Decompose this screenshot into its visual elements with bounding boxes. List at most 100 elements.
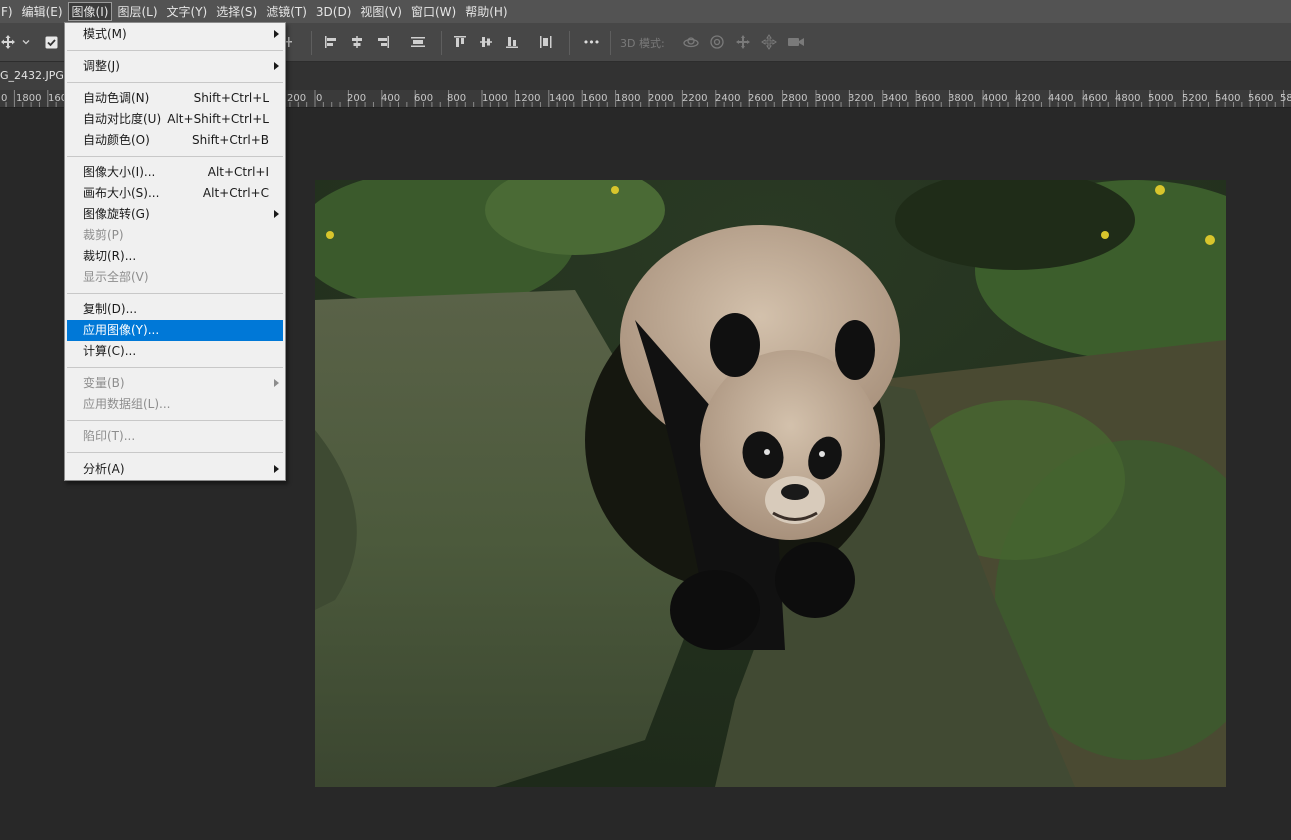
3d-roll-icon[interactable] [708,33,726,51]
3d-orbit-icon[interactable] [681,33,701,51]
menu-view[interactable]: 视图(V) [356,2,406,21]
image-menu-dropdown: 模式(M) 调整(J) 自动色调(N) Shift+Ctrl+L 自动对比度(U… [64,22,286,481]
menu-item-label: 图像大小(I)... [83,165,156,179]
align-vertical-center-icon[interactable] [478,33,494,51]
menu-item-trim[interactable]: 裁切(R)... [67,246,283,267]
align-top-icon[interactable] [452,33,468,51]
distribute-vertical-icon[interactable] [537,33,555,51]
menu-file[interactable]: F) [0,2,17,21]
menu-image[interactable]: 图像(I) [67,2,113,21]
ruler-label: 400 [381,93,401,104]
ruler-label: 0 [1,93,8,104]
menu-filter[interactable]: 滤镜(T) [262,2,311,21]
menu-bar: F) 编辑(E) 图像(I) 图层(L) 文字(Y) 选择(S) 滤镜(T) 3… [0,0,1291,23]
ruler-label: 4000 [982,93,1008,104]
menu-item-trap[interactable]: 陷印(T)... [67,426,283,447]
ruler-label: 4800 [1115,93,1141,104]
menu-item-shortcut: Alt+Shift+Ctrl+L [167,112,269,126]
separator [311,31,312,55]
document-tab[interactable]: G_2432.JPG [0,62,68,90]
menu-item-analysis[interactable]: 分析(A) [67,459,283,480]
ruler-label: 5600 [1248,93,1274,104]
menu-item-calculations[interactable]: 计算(C)... [67,341,283,362]
menu-item-crop[interactable]: 裁剪(P) [67,225,283,246]
menu-item-shortcut: Shift+Ctrl+B [192,133,269,147]
menu-item-label: 自动色调(N) [83,91,150,105]
ruler-label: 800 [447,93,467,104]
ruler-label: 3400 [882,93,908,104]
ruler-label: 2600 [748,93,774,104]
ruler-label: 1800 [615,93,641,104]
menu-item-shortcut: Alt+Ctrl+C [202,186,269,200]
ruler-label: 3600 [915,93,941,104]
menu-item-apply-data-set[interactable]: 应用数据组(L)... [67,394,283,415]
menu-item-mode[interactable]: 模式(M) [67,24,283,45]
separator [569,31,570,55]
menu-item-reveal-all[interactable]: 显示全部(V) [67,267,283,288]
3d-drag-icon[interactable] [734,33,752,51]
document-image-panda[interactable] [315,180,1226,787]
3d-mode-label: 3D 模式: [620,37,665,50]
submenu-arrow-icon [274,379,279,387]
menu-item-auto-color[interactable]: 自动颜色(O) Shift+Ctrl+B [67,130,283,151]
menu-item-label: 分析(A) [83,462,125,476]
ruler-label: 2200 [682,93,708,104]
align-right-icon[interactable] [375,33,391,51]
menu-item-label: 复制(D)... [83,302,138,316]
3d-slide-icon[interactable] [760,33,778,51]
ruler-label: 1400 [549,93,575,104]
menu-item-label: 模式(M) [83,27,127,41]
3d-camera-icon[interactable] [786,33,806,51]
move-tool-icon[interactable] [0,33,16,51]
menu-item-shortcut: Shift+Ctrl+L [193,91,269,105]
menu-item-adjustments[interactable]: 调整(J) [67,56,283,77]
auto-select-checkbox[interactable] [44,33,58,51]
photoshop-window: F) 编辑(E) 图像(I) 图层(L) 文字(Y) 选择(S) 滤镜(T) 3… [0,0,1291,840]
menu-3d[interactable]: 3D(D) [312,2,355,21]
ruler-label: 200 [347,93,367,104]
ruler-label: 1000 [482,93,508,104]
menu-edit[interactable]: 编辑(E) [18,2,67,21]
ruler-label: 3200 [848,93,874,104]
separator [441,31,442,55]
panda-photo [315,180,1226,787]
ruler-label: 5200 [1182,93,1208,104]
align-left-icon[interactable] [323,33,339,51]
submenu-arrow-icon [274,30,279,38]
ruler-label: 4400 [1048,93,1074,104]
ruler-label: 58 [1280,93,1291,104]
menu-item-image-size[interactable]: 图像大小(I)... Alt+Ctrl+I [67,162,283,183]
menu-separator [67,50,283,51]
menu-item-image-rotation[interactable]: 图像旋转(G) [67,204,283,225]
menu-item-label: 裁切(R)... [83,249,137,263]
menu-item-label: 应用图像(Y)... [83,323,160,337]
ruler-label: 200 [287,93,307,104]
ruler-label: 2800 [782,93,808,104]
menu-item-auto-contrast[interactable]: 自动对比度(U) Alt+Shift+Ctrl+L [67,109,283,130]
menu-item-duplicate[interactable]: 复制(D)... [67,299,283,320]
menu-item-variables[interactable]: 变量(B) [67,373,283,394]
menu-separator [67,420,283,421]
ruler-label: 2000 [648,93,674,104]
menu-type[interactable]: 文字(Y) [163,2,212,21]
menu-select[interactable]: 选择(S) [212,2,261,21]
ruler-label: 5000 [1148,93,1174,104]
menu-item-apply-image[interactable]: 应用图像(Y)... [67,320,283,341]
menu-layer[interactable]: 图层(L) [113,2,161,21]
ruler-label: 600 [414,93,434,104]
menu-item-label: 图像旋转(G) [83,207,150,221]
ruler-label: 4200 [1015,93,1041,104]
menu-item-label: 裁剪(P) [83,228,124,242]
distribute-horizontal-icon[interactable] [409,33,427,51]
menu-item-label: 计算(C)... [83,344,137,358]
menu-window[interactable]: 窗口(W) [407,2,460,21]
menu-item-canvas-size[interactable]: 画布大小(S)... Alt+Ctrl+C [67,183,283,204]
ruler-label: 1600 [582,93,608,104]
more-options-button[interactable]: ••• [580,33,602,51]
menu-help[interactable]: 帮助(H) [461,2,511,21]
align-bottom-icon[interactable] [504,33,520,51]
menu-item-auto-tone[interactable]: 自动色调(N) Shift+Ctrl+L [67,88,283,109]
chevron-down-icon[interactable] [20,33,32,51]
align-horizontal-center-icon[interactable] [349,33,365,51]
menu-item-label: 变量(B) [83,376,125,390]
